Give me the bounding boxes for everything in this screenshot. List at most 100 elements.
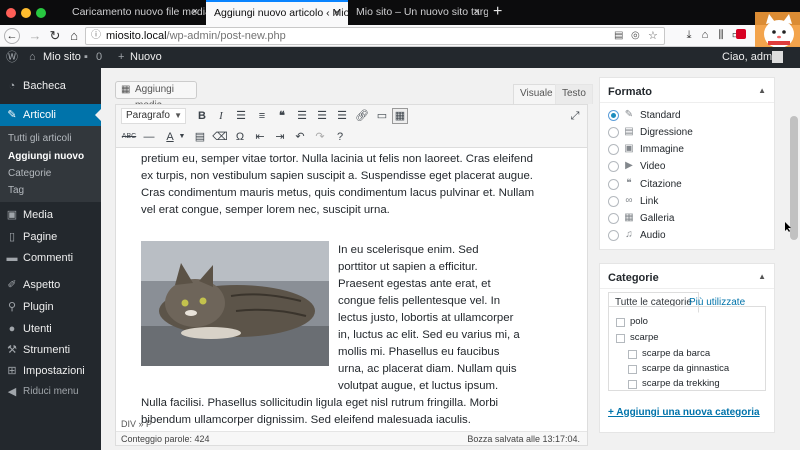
undo-icon[interactable]: ↶ [292, 129, 308, 145]
format-radio-aside[interactable] [608, 127, 619, 138]
sidebar-item-utenti[interactable]: ● Utenti [0, 318, 101, 340]
browser-tab[interactable]: Caricamento nuovo file media ‹ Mio sito … [64, 0, 206, 25]
chevron-down-icon[interactable]: ▼ [174, 129, 190, 145]
submenu-item-categories[interactable]: Categorie [8, 168, 51, 179]
category-checkbox[interactable] [628, 365, 637, 374]
sidebar-item-aspetto[interactable]: ✐ Aspetto [0, 274, 101, 296]
bold-icon[interactable]: B [194, 108, 210, 124]
align-center-icon[interactable]: ☰ [314, 108, 330, 124]
forward-icon[interactable]: → [27, 28, 43, 44]
tab-close-icon[interactable]: × [334, 2, 340, 24]
close-window-icon[interactable] [6, 8, 16, 18]
bullet-list-icon[interactable]: ☰ [233, 108, 249, 124]
submenu-item-add-new[interactable]: Aggiungi nuovo [8, 151, 84, 162]
sidebar-item-label: Plugin [23, 301, 54, 313]
horizontal-line-icon[interactable]: — [141, 129, 157, 145]
format-radio-standard[interactable] [608, 110, 619, 121]
browser-tab[interactable]: Mio sito – Un nuovo sito targato Wo × [348, 0, 488, 25]
format-radio-quote[interactable] [608, 179, 619, 190]
page-scrollbar[interactable] [788, 68, 800, 450]
sidebar-item-commenti[interactable]: ▬ Commenti [0, 247, 101, 269]
sidebar-collapse-menu[interactable]: ◀ Riduci menu [0, 381, 101, 403]
submenu-item-all-posts[interactable]: Tutti gli articoli [8, 133, 72, 144]
browser-tab-active[interactable]: Aggiungi nuovo articolo ‹ Mio sito — × [206, 0, 348, 25]
strikethrough-icon[interactable]: ABC [121, 129, 137, 145]
bookmark-star-icon[interactable]: ☆ [648, 29, 658, 43]
postbox-title: Categorie [608, 272, 659, 284]
indent-icon[interactable]: ⇥ [272, 129, 288, 145]
reader-view-icon[interactable]: ▤ [614, 29, 623, 43]
download-icon[interactable]: ⤓ [682, 28, 696, 42]
numbered-list-icon[interactable]: ≡ [254, 108, 270, 124]
avatar[interactable] [772, 51, 783, 63]
maximize-window-icon[interactable] [36, 8, 46, 18]
tab-text[interactable]: Testo [555, 84, 593, 104]
sidebar-item-media[interactable]: ▣ Media [0, 204, 101, 226]
category-checkbox[interactable] [628, 350, 637, 359]
format-radio-image[interactable] [608, 144, 619, 155]
pin-icon: ✎ [624, 109, 634, 120]
reload-icon[interactable]: ↻ [47, 28, 63, 44]
caret-up-icon[interactable]: ▲ [758, 272, 766, 281]
submenu-item-tags[interactable]: Tag [8, 185, 24, 196]
format-select[interactable]: Paragrafo ▼ [121, 108, 186, 124]
sidebar-item-strumenti[interactable]: ⚒ Strumenti [0, 339, 101, 361]
admin-sidebar: ◔ Bacheca ✎ Articoli Tutti gli articoli … [0, 68, 102, 450]
italic-icon[interactable]: I [213, 108, 229, 124]
comment-icon[interactable]: ▪ [84, 47, 88, 68]
format-radio-audio[interactable] [608, 230, 619, 241]
sidebar-item-pagine[interactable]: ▯ Pagine [0, 226, 101, 248]
clear-formatting-icon[interactable]: ⌫ [212, 129, 228, 145]
category-checkbox[interactable] [616, 318, 625, 327]
sidebar-item-plugin[interactable]: ⚲ Plugin [0, 296, 101, 318]
tab-close-icon[interactable]: × [474, 0, 480, 25]
url-bar[interactable]: ⓘ miosito.local/wp-admin/post-new.php ▤ … [85, 27, 665, 45]
user-icon: ● [8, 323, 16, 335]
site-name-link[interactable]: Mio sito [43, 47, 81, 68]
blockquote-icon[interactable]: ❝ [274, 108, 290, 124]
new-menu-link[interactable]: Nuovo [130, 47, 162, 68]
back-icon[interactable]: ← [4, 28, 20, 44]
new-tab-button[interactable]: + [493, 0, 502, 24]
outdent-icon[interactable]: ⇤ [252, 129, 268, 145]
sidebar-item-articoli[interactable]: ✎ Articoli [0, 104, 101, 126]
comments-count[interactable]: 0 [96, 47, 102, 68]
help-icon[interactable]: ? [332, 129, 348, 145]
home-toolbar-icon[interactable]: ⌂ [698, 28, 712, 42]
tab-visual[interactable]: Visuale [513, 84, 560, 104]
category-checkbox[interactable] [616, 334, 625, 343]
fullscreen-icon[interactable]: ⤢ [567, 108, 583, 124]
toolbar-toggle-icon[interactable]: ▦ [392, 108, 408, 124]
draft-saved-status: Bozza salvata alle 13:17:04. [467, 434, 580, 444]
caret-up-icon[interactable]: ▲ [758, 86, 766, 95]
align-left-icon[interactable]: ☰ [294, 108, 310, 124]
special-character-icon[interactable]: Ω [232, 129, 248, 145]
post-editor: Paragrafo ▼ B I ☰ ≡ ❝ ☰ ☰ ☰ 🔗︎ ▭ ▦ ⤢ ABC… [115, 104, 588, 446]
add-media-button[interactable]: ▦ Aggiungi media [115, 81, 197, 111]
align-right-icon[interactable]: ☰ [334, 108, 350, 124]
addon-icon[interactable] [736, 29, 746, 39]
link-icon[interactable]: 🔗︎ [354, 108, 370, 124]
wordpress-logo-icon[interactable]: Ⓦ [6, 47, 18, 68]
editor-content[interactable]: pretium eu, semper vitae tortor. Nulla l… [116, 149, 587, 430]
pocket-icon[interactable]: ◎ [631, 29, 640, 43]
sidebar-item-impostazioni[interactable]: ⊞ Impostazioni [0, 360, 101, 382]
minimize-window-icon[interactable] [21, 8, 31, 18]
paste-text-icon[interactable]: ▤ [192, 129, 208, 145]
format-radio-link[interactable] [608, 196, 619, 207]
category-checkbox[interactable] [628, 380, 637, 389]
settings-icon: ⊞ [7, 365, 17, 377]
format-radio-video[interactable] [608, 161, 619, 172]
cat-photo[interactable] [141, 241, 329, 366]
tab-close-icon[interactable]: × [192, 0, 198, 25]
info-icon[interactable]: ⓘ [91, 28, 101, 44]
read-more-icon[interactable]: ▭ [374, 108, 390, 124]
format-radio-gallery[interactable] [608, 213, 619, 224]
scrollbar-thumb[interactable] [790, 116, 798, 240]
sidebar-item-bacheca[interactable]: ◔ Bacheca [0, 75, 101, 97]
editor-statusbar: Conteggio parole: 424 Bozza salvata alle… [116, 431, 587, 445]
home-icon[interactable]: ⌂ [66, 28, 82, 44]
redo-icon[interactable]: ↷ [312, 129, 328, 145]
library-icon[interactable]: ⫼ [714, 28, 728, 42]
add-category-link[interactable]: + Aggiungi una nuova categoria [608, 407, 760, 418]
